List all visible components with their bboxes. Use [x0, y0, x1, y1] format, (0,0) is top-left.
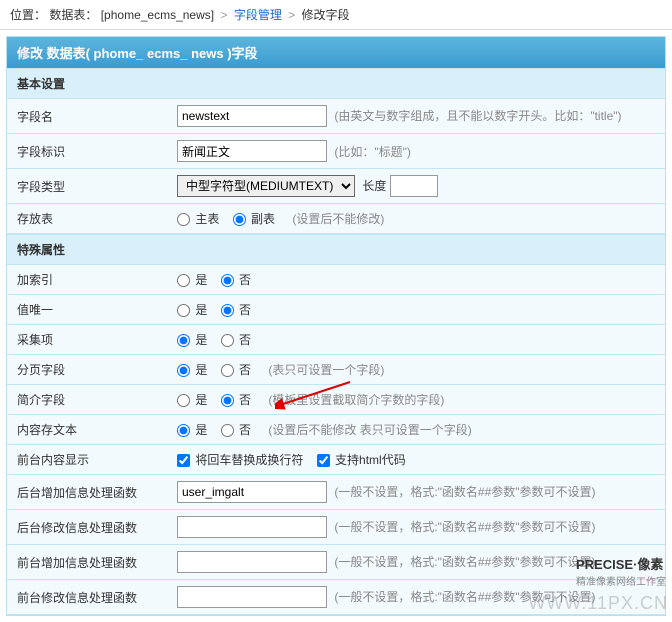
field-name-hint: (由英文与数字组成，且不能以数字开头。比如："title") [334, 109, 621, 123]
collect-no[interactable]: 否 [221, 333, 251, 347]
unique-yes[interactable]: 是 [177, 303, 207, 317]
store-label: 存放表 [7, 204, 167, 234]
breadcrumb-prefix: 位置： [10, 8, 46, 22]
unique-no[interactable]: 否 [221, 303, 251, 317]
store-main-option[interactable]: 主表 [177, 212, 219, 226]
breadcrumb-link-fields[interactable]: 字段管理 [234, 8, 282, 22]
field-length-input[interactable] [390, 175, 438, 197]
section-basic: 基本设置 [7, 68, 665, 99]
bedit-input[interactable] [177, 516, 327, 538]
collect-yes[interactable]: 是 [177, 333, 207, 347]
unique-label: 值唯一 [7, 295, 167, 325]
fdisplay-html-checkbox[interactable] [317, 454, 330, 467]
page-yes[interactable]: 是 [177, 363, 207, 377]
bigtext-no[interactable]: 否 [221, 423, 251, 437]
badd-label: 后台增加信息处理函数 [7, 475, 167, 510]
index-label: 加索引 [7, 265, 167, 295]
brief-label: 简介字段 [7, 385, 167, 415]
fadd-label: 前台增加信息处理函数 [7, 545, 167, 580]
bedit-label: 后台修改信息处理函数 [7, 510, 167, 545]
bigtext-hint: (设置后不能修改 表只可设置一个字段) [268, 423, 471, 437]
fedit-hint: (一般不设置，格式:"函数名##参数"参数可不设置) [334, 590, 595, 604]
field-type-select[interactable]: 中型字符型(MEDIUMTEXT) [177, 175, 355, 197]
section-special: 特殊属性 [7, 234, 665, 265]
brief-no[interactable]: 否 [221, 393, 251, 407]
breadcrumb-sep: > [220, 8, 227, 22]
store-hint: (设置后不能修改) [292, 212, 384, 226]
breadcrumb-table-prefix: 数据表： [49, 8, 97, 22]
field-sign-input[interactable] [177, 140, 327, 162]
field-type-label: 字段类型 [7, 169, 167, 204]
badd-input[interactable] [177, 481, 327, 503]
bigtext-label: 内容存文本 [7, 415, 167, 445]
fedit-label: 前台修改信息处理函数 [7, 580, 167, 615]
fedit-input[interactable] [177, 586, 327, 608]
fadd-input[interactable] [177, 551, 327, 573]
form-panel: 修改 数据表( phome_ ecms_ news )字段 基本设置 字段名 (… [6, 36, 666, 616]
field-sign-label: 字段标识 [7, 134, 167, 169]
store-sub-radio[interactable] [233, 213, 246, 226]
field-name-input[interactable] [177, 105, 327, 127]
panel-title: 修改 数据表( phome_ ecms_ news )字段 [7, 37, 665, 68]
breadcrumb-current: 修改字段 [302, 8, 350, 22]
breadcrumb-sep: > [288, 8, 295, 22]
fdisplay-br-option[interactable]: 将回车替换成换行符 [177, 453, 303, 467]
field-sign-hint: (比如："标题") [334, 145, 411, 159]
breadcrumb-table-name: [phome_ecms_news] [101, 8, 214, 22]
index-yes[interactable]: 是 [177, 273, 207, 287]
collect-label: 采集项 [7, 325, 167, 355]
fdisplay-html-option[interactable]: 支持html代码 [317, 453, 406, 467]
page-hint: (表只可设置一个字段) [268, 363, 384, 377]
store-sub-option[interactable]: 副表 [233, 212, 275, 226]
brief-hint: (模板里设置截取简介字数的字段) [268, 393, 444, 407]
page-no[interactable]: 否 [221, 363, 251, 377]
brief-yes[interactable]: 是 [177, 393, 207, 407]
fdisplay-br-checkbox[interactable] [177, 454, 190, 467]
store-main-radio[interactable] [177, 213, 190, 226]
fdisplay-label: 前台内容显示 [7, 445, 167, 475]
field-name-label: 字段名 [7, 99, 167, 134]
index-no[interactable]: 否 [221, 273, 251, 287]
fadd-hint: (一般不设置，格式:"函数名##参数"参数可不设置) [334, 555, 595, 569]
bedit-hint: (一般不设置，格式:"函数名##参数"参数可不设置) [334, 520, 595, 534]
page-label: 分页字段 [7, 355, 167, 385]
field-length-label: 长度 [362, 179, 386, 193]
bigtext-yes[interactable]: 是 [177, 423, 207, 437]
breadcrumb: 位置： 数据表： [phome_ecms_news] > 字段管理 > 修改字段 [0, 0, 672, 30]
badd-hint: (一般不设置，格式:"函数名##参数"参数可不设置) [334, 485, 595, 499]
